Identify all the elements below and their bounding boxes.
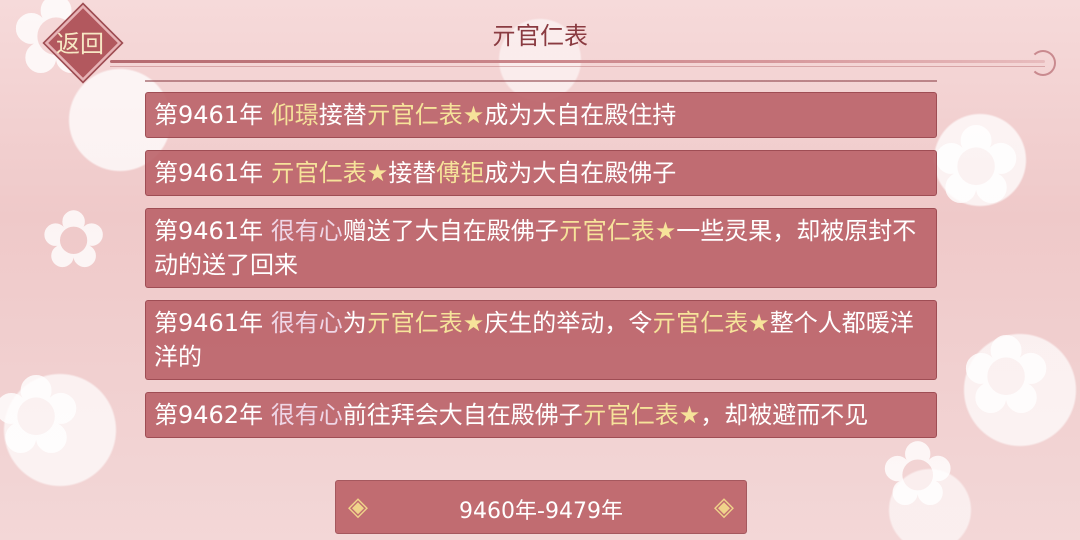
event-text: 为 <box>342 309 367 337</box>
event-text: 接替 <box>388 159 437 187</box>
event-text: 第9461年 <box>154 217 271 245</box>
header-bar: 返回 亓官仁表 <box>0 0 1080 82</box>
event-list-item: 第9461年 亓官仁表★接替傅钜成为大自在殿佛子 <box>145 150 937 196</box>
year-range-label: 9460年-9479年 <box>459 499 623 524</box>
event-text: 赠送了大自在殿佛子 <box>342 217 559 245</box>
character-name[interactable]: 亓官仁表★ <box>367 309 485 337</box>
event-text: 第9461年 <box>154 309 271 337</box>
header-divider <box>110 60 1045 63</box>
event-text: 接替 <box>318 101 367 129</box>
event-log-list[interactable]: 第9461年 仰璟接替亓官仁表★成为大自在殿住持 第9461年 亓官仁表★接替傅钜… <box>145 80 937 466</box>
page-title: 亓官仁表 <box>492 22 588 50</box>
character-name[interactable]: 亓官仁表★ <box>271 159 389 187</box>
character-name[interactable]: 亓官仁表★ <box>583 401 701 429</box>
swirl-ornament-icon <box>1030 50 1056 76</box>
right-ornament-arrow-icon[interactable]: ◈ <box>708 491 740 523</box>
event-list-item: 第9461年 很有心赠送了大自在殿佛子亓官仁表★一些灵果，却被原封不动的送了回来 <box>145 208 937 288</box>
flower-decoration-icon: ✿ <box>960 311 1053 439</box>
event-text: 成为大自在殿住持 <box>484 101 677 129</box>
event-list-item: 第9461年 很有心为亓官仁表★庆生的举动，令亓官仁表★整个人都暖洋洋的 <box>145 300 937 380</box>
character-name[interactable]: 很有心 <box>271 309 343 337</box>
character-name[interactable]: 很有心 <box>271 217 343 245</box>
event-text: ，却被避而不见 <box>700 401 869 429</box>
character-name[interactable]: 仰璟 <box>271 101 319 129</box>
event-text: 成为大自在殿佛子 <box>484 159 677 187</box>
event-text: 第9462年 <box>154 401 271 429</box>
character-name[interactable]: 亓官仁表★ <box>367 101 485 129</box>
event-list-item: 第9461年 仰璟接替亓官仁表★成为大自在殿住持 <box>145 92 937 138</box>
flower-decoration-icon: ✿ <box>0 351 83 479</box>
flower-decoration-icon: ✿ <box>930 101 1023 229</box>
year-range-selector: ◈ 9460年-9479年 ◈ <box>335 480 747 534</box>
character-name[interactable]: 亓官仁表★ <box>559 217 677 245</box>
event-text: 第9461年 <box>154 101 271 129</box>
flower-decoration-icon: ✿ <box>40 193 108 286</box>
character-name[interactable]: 很有心 <box>271 401 343 429</box>
character-name[interactable]: 亓官仁表★ <box>652 309 770 337</box>
character-name[interactable]: 傅钜 <box>436 159 484 187</box>
event-text: 第9461年 <box>154 159 271 187</box>
header-divider-thin <box>110 66 1045 67</box>
event-text: 庆生的举动，令 <box>484 309 653 337</box>
event-text: 前往拜会大自在殿佛子 <box>342 401 583 429</box>
event-list-item: 第9462年 很有心前往拜会大自在殿佛子亓官仁表★，却被避而不见 <box>145 392 937 438</box>
